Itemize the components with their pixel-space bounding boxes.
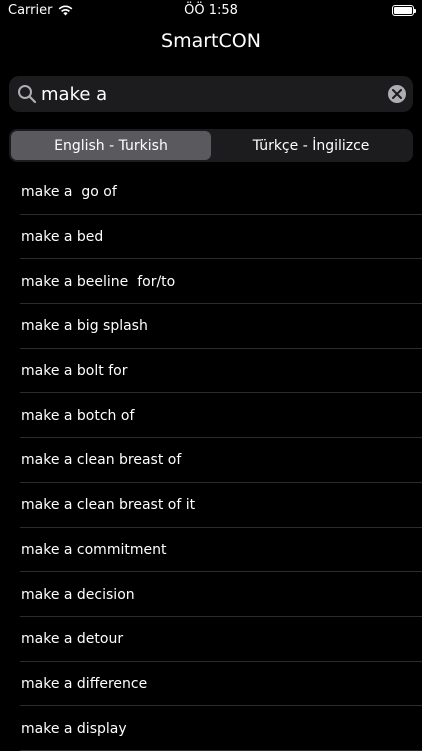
list-item-label: make a clean breast of it: [21, 497, 196, 514]
list-item-label: make a clean breast of: [21, 452, 182, 469]
list-item-label: make a bed: [21, 229, 104, 246]
status-bar: Carrier ÖÖ 1:58: [0, 0, 422, 22]
search-bar[interactable]: [9, 76, 413, 112]
list-item-label: make a go of: [21, 184, 117, 201]
list-item-label: make a detour: [21, 631, 124, 648]
list-item-label: make a difference: [21, 675, 148, 692]
battery-icon: [392, 5, 416, 16]
list-item-label: make a big splash: [21, 318, 148, 335]
list-item[interactable]: make a beeline for/to: [0, 259, 422, 304]
list-item-label: make a beeline for/to: [21, 273, 176, 290]
list-item-label: make a botch of: [21, 407, 135, 424]
list-item[interactable]: make a difference: [0, 662, 422, 707]
list-item[interactable]: make a clean breast of it: [0, 483, 422, 528]
battery-fill: [394, 7, 412, 14]
list-item[interactable]: make a detour: [0, 617, 422, 662]
list-item[interactable]: make a botch of: [0, 393, 422, 438]
search-icon: [18, 85, 37, 104]
list-item[interactable]: make a display: [0, 706, 422, 751]
list-item[interactable]: make a go of: [0, 170, 422, 215]
list-item[interactable]: make a decision: [0, 572, 422, 617]
result-list: make a go of make a bed make a beeline f…: [0, 170, 422, 751]
list-item-label: make a commitment: [21, 541, 167, 558]
list-item[interactable]: make a clean breast of: [0, 438, 422, 483]
segment-turkish-english[interactable]: Türkçe - İngilizce: [211, 131, 411, 160]
search-input[interactable]: [41, 80, 381, 108]
list-item[interactable]: make a big splash: [0, 304, 422, 349]
segment-english-turkish[interactable]: English - Turkish: [11, 131, 211, 160]
list-item[interactable]: make a commitment: [0, 528, 422, 573]
status-time: ÖÖ 1:58: [184, 3, 238, 18]
list-item-label: make a decision: [21, 586, 135, 603]
app-title: SmartCON: [161, 30, 261, 52]
clear-search-icon[interactable]: [388, 85, 406, 103]
list-item[interactable]: make a bed: [0, 215, 422, 260]
language-segmented-control: English - Turkish Türkçe - İngilizce: [9, 129, 413, 162]
list-item-label: make a display: [21, 720, 127, 737]
list-item-label: make a bolt for: [21, 363, 128, 380]
list-item[interactable]: make a bolt for: [0, 349, 422, 394]
